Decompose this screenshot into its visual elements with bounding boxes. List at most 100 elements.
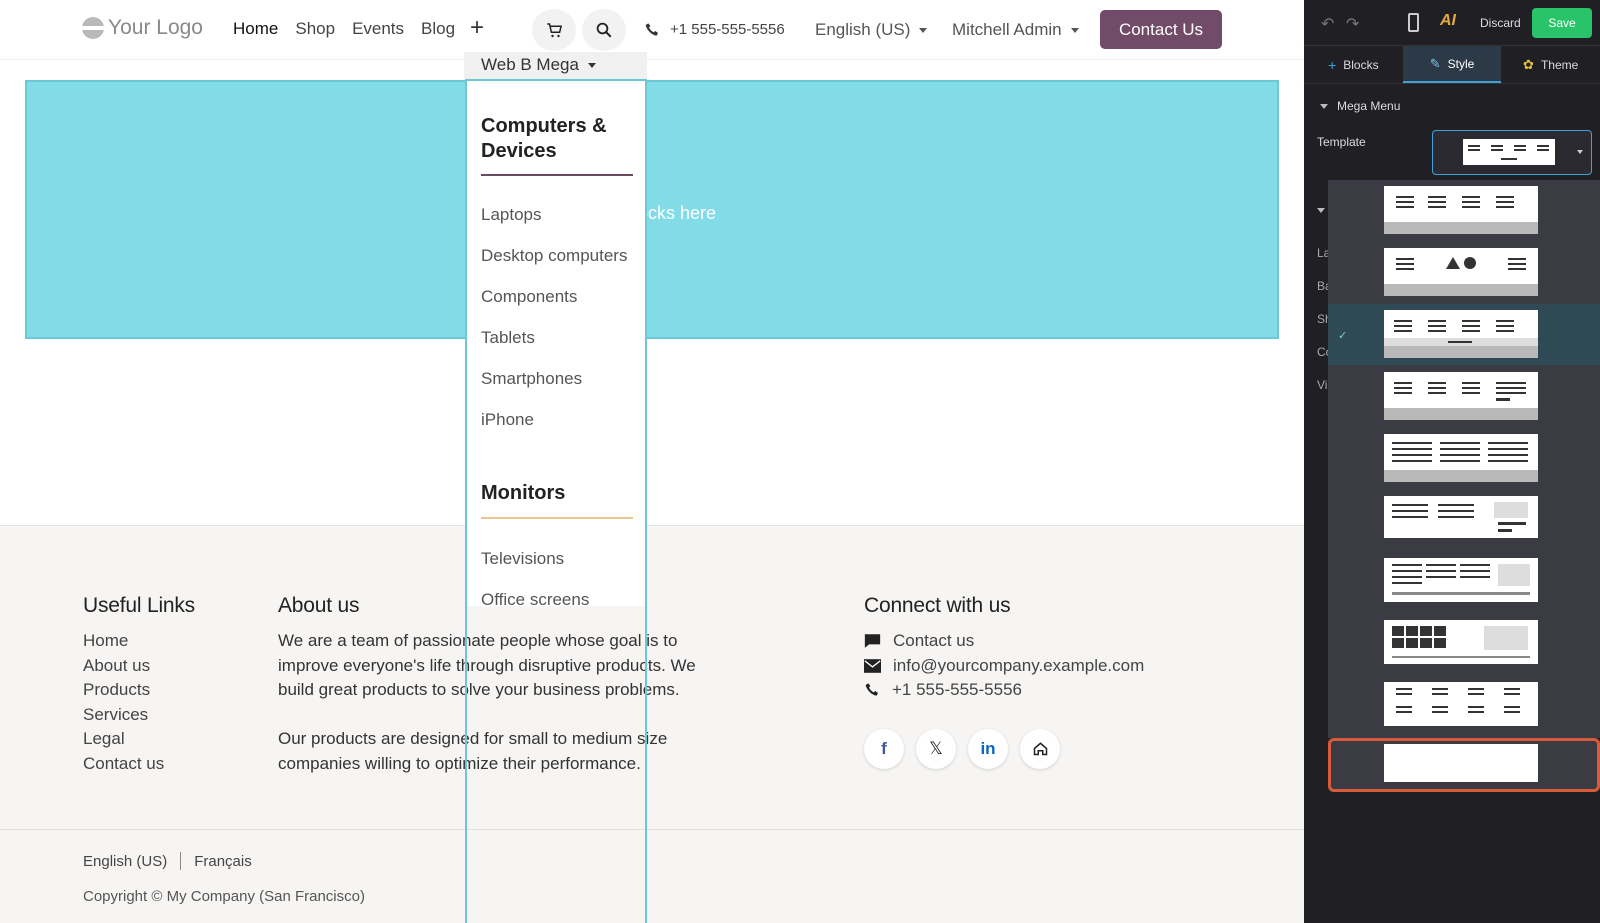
template-band — [1384, 470, 1538, 482]
footer-connect: Connect with us Contact us info@yourcomp… — [864, 594, 1144, 769]
drop-hint-text: ocks here — [638, 203, 717, 223]
chevron-down-icon — [587, 63, 596, 69]
mega-category-title[interactable]: Computers & Devices — [481, 114, 641, 164]
template-thumbnail — [1384, 434, 1538, 470]
template-thumbnail — [1384, 496, 1538, 538]
contact-us-button[interactable]: Contact Us — [1100, 10, 1222, 49]
footer-link-about[interactable]: About us — [83, 654, 195, 679]
nav-link-events[interactable]: Events — [352, 19, 404, 39]
mega-menu-item[interactable]: Smartphones — [481, 369, 582, 389]
mega-menu-toggle[interactable]: Web B Mega — [464, 52, 647, 79]
save-button[interactable]: Save — [1532, 8, 1592, 38]
footer-language-switcher: English (US) Français — [83, 852, 252, 870]
template-option[interactable] — [1328, 180, 1600, 242]
template-option[interactable] — [1328, 676, 1600, 738]
footer-link-products[interactable]: Products — [83, 678, 195, 703]
home-icon[interactable] — [1020, 728, 1060, 769]
cart-button[interactable] — [532, 9, 576, 51]
mega-menu-item[interactable]: Components — [481, 287, 577, 307]
tab-blocks[interactable]: + Blocks — [1304, 46, 1403, 83]
template-thumbnail — [1384, 372, 1538, 408]
mega-menu-item[interactable]: Tablets — [481, 328, 535, 348]
footer-phone: +1 555-555-5556 — [892, 680, 1022, 700]
template-option-selected[interactable]: ✓ — [1328, 304, 1600, 366]
linkedin-icon[interactable]: in — [968, 728, 1008, 769]
template-band — [1384, 284, 1538, 296]
template-option[interactable] — [1328, 428, 1600, 490]
mega-category-rule — [481, 174, 633, 176]
nav-link-shop[interactable]: Shop — [295, 19, 335, 39]
search-button[interactable] — [582, 9, 626, 51]
template-band — [1384, 222, 1538, 234]
footer-contact-link[interactable]: Contact us — [864, 629, 1144, 654]
editor-toolbar: ↶ ↷ AI Discard Save — [1304, 0, 1600, 46]
footer-link-services[interactable]: Services — [83, 703, 195, 728]
mega-category-title[interactable]: Monitors — [481, 481, 641, 506]
chevron-down-icon — [919, 28, 928, 34]
user-name: Mitchell Admin — [952, 20, 1062, 39]
footer-link-contact[interactable]: Contact us — [83, 752, 195, 777]
nav-phone[interactable]: +1 555-555-5556 — [644, 21, 785, 38]
mega-menu-toggle-label: Web B Mega — [481, 55, 579, 74]
chevron-down-icon — [1577, 150, 1583, 154]
footer-phone-link[interactable]: +1 555-555-5556 — [864, 678, 1144, 703]
footer-useful-links-title: Useful Links — [83, 594, 195, 617]
template-thumbnail — [1384, 248, 1538, 284]
template-option[interactable] — [1328, 366, 1600, 428]
mega-menu-item[interactable]: Desktop computers — [481, 246, 627, 266]
template-option[interactable] — [1328, 614, 1600, 676]
social-links: f 𝕏 in — [864, 728, 1144, 769]
collapse-icon — [1320, 103, 1328, 109]
template-select[interactable] — [1432, 130, 1592, 175]
x-twitter-icon[interactable]: 𝕏 — [916, 728, 956, 769]
mega-menu-item[interactable]: Laptops — [481, 205, 542, 225]
section-title: Mega Menu — [1337, 99, 1401, 113]
search-icon — [596, 22, 612, 38]
phone-icon — [645, 22, 658, 36]
template-option[interactable] — [1328, 490, 1600, 552]
template-band — [1384, 408, 1538, 420]
footer-link-home[interactable]: Home — [83, 629, 195, 654]
nav-link-home[interactable]: Home — [233, 19, 278, 39]
mega-menu-section-header[interactable]: Mega Menu — [1304, 94, 1600, 118]
template-option[interactable] — [1328, 242, 1600, 304]
mega-menu-item[interactable]: iPhone — [481, 410, 534, 430]
mega-menu-item[interactable]: Office screens — [481, 590, 589, 610]
ai-icon[interactable]: AI — [1440, 12, 1456, 30]
template-option-highlighted[interactable] — [1328, 738, 1600, 792]
footer-lang-separator — [180, 852, 182, 870]
footer-link-legal[interactable]: Legal — [83, 727, 195, 752]
envelope-icon — [864, 659, 881, 673]
logo[interactable]: Your Logo — [82, 16, 203, 40]
collapse-icon — [1317, 208, 1325, 213]
tab-style[interactable]: ✎ Style — [1402, 46, 1502, 83]
discard-button[interactable]: Discard — [1480, 16, 1521, 30]
tab-blocks-label: Blocks — [1343, 57, 1379, 72]
footer-divider — [0, 829, 1304, 830]
editor-sidebar: ↶ ↷ AI Discard Save + Blocks ✎ Style ✿ T… — [1304, 0, 1600, 923]
template-options-list: ✓ — [1328, 180, 1600, 792]
mobile-preview-icon[interactable] — [1408, 13, 1419, 32]
mega-menu-item[interactable]: Televisions — [481, 549, 564, 569]
language-dropdown[interactable]: English (US) — [815, 20, 928, 40]
tab-theme[interactable]: ✿ Theme — [1501, 46, 1600, 83]
template-option[interactable] — [1328, 552, 1600, 614]
redo-icon[interactable]: ↷ — [1346, 14, 1359, 34]
template-thumbnail — [1384, 682, 1538, 726]
website-preview: Your Logo Home Shop Events Blog + +1 555… — [0, 0, 1304, 923]
drop-zone[interactable]: ocks here — [25, 80, 1279, 339]
footer-lang-fr[interactable]: Français — [194, 853, 252, 870]
add-menu-item-icon[interactable]: + — [470, 14, 484, 42]
undo-icon[interactable]: ↶ — [1321, 14, 1334, 34]
footer-lang-en[interactable]: English (US) — [83, 853, 167, 870]
template-thumbnail — [1384, 186, 1538, 222]
footer-email: info@yourcompany.example.com — [893, 655, 1145, 675]
mega-category-rule — [481, 517, 633, 519]
user-dropdown[interactable]: Mitchell Admin — [952, 20, 1079, 40]
logo-text: Your Logo — [108, 16, 203, 39]
nav-link-blog[interactable]: Blog — [421, 19, 455, 39]
footer-email-link[interactable]: info@yourcompany.example.com — [864, 654, 1144, 679]
footer: Useful Links Home About us Products Serv… — [0, 525, 1304, 923]
facebook-icon[interactable]: f — [864, 728, 904, 769]
nav-phone-number: +1 555-555-5556 — [670, 21, 785, 38]
